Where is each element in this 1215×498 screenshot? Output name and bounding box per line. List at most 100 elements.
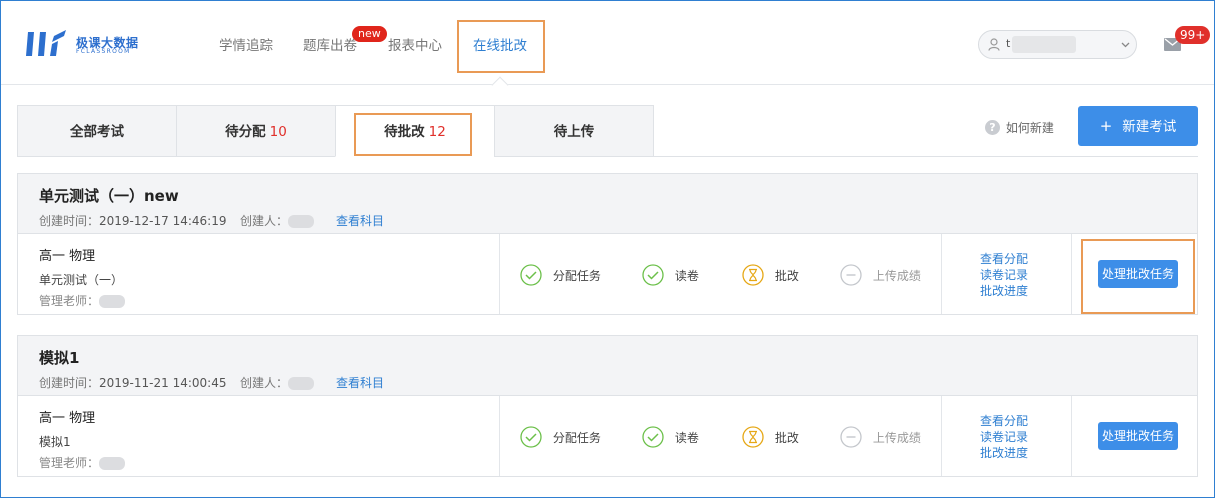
grading-progress-link[interactable]: 批改进度 [980, 283, 1040, 299]
exam-links: 查看分配 读卷记录 批改进度 [980, 251, 1040, 299]
help-label: 如何新建 [1005, 121, 1054, 135]
tab-label: 全部考试 [70, 124, 124, 140]
column-divider [941, 396, 942, 476]
column-divider [499, 396, 500, 476]
step-label: 批改 [774, 430, 799, 445]
step-assign-task: 分配任务 [520, 264, 601, 286]
tab-count: 10 [269, 124, 287, 140]
nav-item-question-bank[interactable]: 题库出卷 [303, 1, 357, 85]
teacher-label: 管理老师： [39, 456, 100, 470]
user-name-initial: t [1006, 37, 1011, 50]
action-highlight-box [1081, 239, 1195, 314]
step-read-paper: 读卷 [642, 426, 699, 448]
step-assign-task: 分配任务 [520, 426, 601, 448]
created-time-value: 2019-12-17 14:46:19 [99, 214, 227, 228]
column-divider [1071, 396, 1072, 476]
exam-card-header: 模拟1 创建时间：2019-11-21 14:00:45 创建人： 查看科目 [18, 336, 1197, 396]
question-icon: ? [985, 120, 1000, 135]
new-badge: new [352, 26, 387, 42]
check-circle-icon [642, 426, 664, 448]
tab-label: 待分配 [225, 124, 266, 140]
chevron-down-icon [1121, 42, 1130, 48]
created-time: 创建时间：2019-11-21 14:00:45 [39, 374, 226, 391]
created-time: 创建时间：2019-12-17 14:46:19 [39, 212, 226, 229]
created-time-label: 创建时间： [39, 376, 100, 390]
manager-teacher: 管理老师： [39, 454, 126, 471]
step-label: 上传成绩 [872, 268, 921, 283]
plus-icon: + [1099, 117, 1113, 135]
exam-name: 模拟1 [39, 435, 71, 449]
column-divider [941, 234, 942, 314]
reading-record-link[interactable]: 读卷记录 [980, 429, 1040, 445]
user-menu[interactable]: t [978, 30, 1137, 59]
view-assignment-link[interactable]: 查看分配 [980, 251, 1040, 267]
teacher-redacted [99, 295, 126, 308]
step-grading: 批改 [742, 264, 799, 286]
app-window: 极课大数据 FCLASSROOM 学情追踪 题库出卷 报表中心 在线批改 new… [0, 0, 1215, 498]
step-label: 分配任务 [552, 430, 601, 445]
tab-all-exams[interactable]: 全部考试 [17, 105, 177, 157]
reading-record-link[interactable]: 读卷记录 [980, 267, 1040, 283]
creator-label: 创建人： [240, 214, 289, 228]
grade-subject: 高一 物理 [39, 249, 96, 264]
step-upload-scores: 上传成绩 [840, 264, 921, 286]
exam-links: 查看分配 读卷记录 批改进度 [980, 413, 1040, 461]
user-icon [988, 38, 1000, 51]
exam-card-body: 高一 物理 单元测试（一） 管理老师： 分配任务 读卷 批改 上传成绩 查看分配… [18, 234, 1197, 314]
mail-count-badge: 99+ [1175, 26, 1211, 44]
creator-redacted [288, 377, 315, 390]
top-header: 极课大数据 FCLASSROOM 学情追踪 题库出卷 报表中心 在线批改 new… [1, 1, 1214, 94]
check-circle-icon [520, 426, 542, 448]
created-time-value: 2019-11-21 14:00:45 [99, 376, 227, 390]
manager-teacher: 管理老师： [39, 292, 126, 309]
created-time-label: 创建时间： [39, 214, 100, 228]
step-upload-scores: 上传成绩 [840, 426, 921, 448]
step-label: 读卷 [674, 268, 699, 283]
creator: 创建人： [240, 212, 315, 229]
exam-name: 单元测试（一） [39, 273, 124, 287]
brand-sub: FCLASSROOM [76, 48, 131, 55]
minus-circle-icon [840, 264, 862, 286]
tab-to-upload[interactable]: 待上传 [494, 105, 654, 157]
check-circle-icon [642, 264, 664, 286]
column-divider [1071, 234, 1072, 314]
teacher-label: 管理老师： [39, 294, 100, 308]
exam-card: 模拟1 创建时间：2019-11-21 14:00:45 创建人： 查看科目 高… [17, 335, 1198, 477]
nav-item-learning-tracking[interactable]: 学情追踪 [219, 1, 273, 85]
hourglass-icon [742, 426, 764, 448]
tab-to-assign[interactable]: 待分配 10 [176, 105, 336, 157]
nav-highlight-box [457, 20, 545, 73]
exam-title: 单元测试（一）new [39, 187, 179, 205]
grading-progress-link[interactable]: 批改进度 [980, 445, 1040, 461]
creator-redacted [288, 215, 315, 228]
brand-logo[interactable]: 极课大数据 FCLASSROOM [26, 26, 156, 62]
logo-mark-icon [26, 30, 66, 56]
tab-label: 待上传 [553, 124, 595, 140]
step-label: 读卷 [674, 430, 699, 445]
minus-circle-icon [840, 426, 862, 448]
view-assignment-link[interactable]: 查看分配 [980, 413, 1040, 429]
teacher-redacted [99, 457, 126, 470]
creator: 创建人： [240, 374, 315, 391]
step-grading: 批改 [742, 426, 799, 448]
grade-subject: 高一 物理 [39, 411, 96, 426]
process-grading-task-button[interactable]: 处理批改任务 [1098, 422, 1178, 450]
view-subjects-link[interactable]: 查看科目 [336, 374, 384, 391]
user-name-redacted [1012, 36, 1076, 53]
exam-card-header: 单元测试（一）new 创建时间：2019-12-17 14:46:19 创建人：… [18, 174, 1197, 234]
exam-card-body: 高一 物理 模拟1 管理老师： 分配任务 读卷 批改 上传成绩 查看分配 读卷记… [18, 396, 1197, 476]
how-to-create-link[interactable]: ? 如何新建 [985, 119, 1054, 135]
new-exam-button[interactable]: + 新建考试 [1078, 106, 1198, 146]
new-exam-label: 新建考试 [1122, 119, 1177, 135]
step-read-paper: 读卷 [642, 264, 699, 286]
step-label: 批改 [774, 268, 799, 283]
step-label: 上传成绩 [872, 430, 921, 445]
exam-card: 单元测试（一）new 创建时间：2019-12-17 14:46:19 创建人：… [17, 173, 1198, 315]
column-divider [499, 234, 500, 314]
step-label: 分配任务 [552, 268, 601, 283]
nav-item-report-center[interactable]: 报表中心 [388, 1, 442, 85]
exam-title: 模拟1 [39, 349, 80, 367]
creator-label: 创建人： [240, 376, 289, 390]
view-subjects-link[interactable]: 查看科目 [336, 212, 384, 229]
tab-highlight-box [354, 113, 472, 156]
